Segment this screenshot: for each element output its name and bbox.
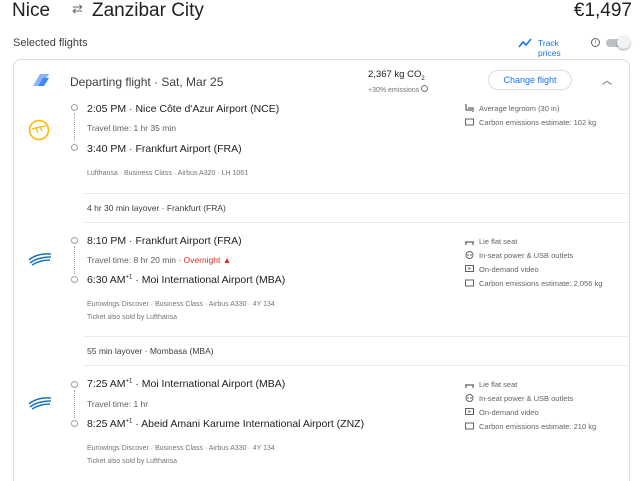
segment-details: Eurowings Discover · Business Class · Ai… — [87, 301, 275, 308]
info-icon — [421, 85, 429, 92]
amenity-seat: Lie flat seat — [465, 379, 627, 391]
timeline-line — [74, 113, 75, 141]
track-prices[interactable]: Track prices i — [518, 36, 633, 58]
arrival-dot — [71, 144, 78, 151]
amenity-seat: Lie flat seat — [465, 236, 627, 248]
departing-plane-icon — [33, 74, 49, 86]
segment-travel-time: Travel time: 8 hr 20 min · Overnight ▲ — [87, 255, 232, 265]
total-price: €1,497 — [573, 0, 632, 21]
divider — [84, 222, 630, 223]
toggle-knob[interactable] — [617, 36, 630, 49]
segment-departure: 2:05 PM · Nice Côte d'Azur Airport (NCE) — [87, 103, 280, 115]
segment-departure: 8:10 PM · Frankfurt Airport (FRA) — [87, 235, 242, 247]
warning-icon: ▲ — [222, 255, 232, 265]
emissions-total: 2,367 kg CO2 — [368, 69, 425, 82]
eurowings-logo-icon — [28, 397, 52, 410]
timeline-line — [74, 390, 75, 418]
divider — [84, 336, 630, 337]
origin-city: Nice — [12, 0, 51, 21]
chevron-up-icon[interactable]: ︿ — [602, 72, 612, 87]
departure-dot — [71, 237, 78, 244]
arrival-dot — [71, 420, 78, 427]
sold-by: Ticket also sold by Lufthansa — [87, 314, 178, 321]
destination-city: Zanzibar City — [92, 0, 204, 21]
co2-icon — [465, 422, 474, 430]
layover-info: 4 hr 30 min layover · Frankfurt (FRA) — [87, 203, 226, 213]
amenity-video: On-demand video — [465, 407, 627, 419]
power-outlet-icon — [465, 251, 474, 259]
segment-arrival: 6:30 AM+1 · Moi International Airport (M… — [87, 274, 286, 286]
info-icon[interactable]: i — [591, 38, 600, 47]
lie-flat-seat-icon — [465, 241, 474, 245]
seat-icon — [465, 104, 474, 112]
overnight-label: Overnight — [183, 255, 221, 265]
co2-icon — [465, 118, 474, 126]
timeline-line — [74, 246, 75, 274]
departure-dot — [71, 104, 78, 111]
amenity-emissions: Carbon emissions estimate: 210 kg — [465, 421, 627, 433]
departure-dot — [71, 381, 78, 388]
segment-details: Lufthansa · Business Class · Airbus A320… — [87, 170, 249, 177]
swap-icon: ⇄ — [72, 1, 83, 16]
selected-flights-heading: Selected flights — [13, 37, 88, 49]
amenity-emissions: Carbon emissions estimate: 102 kg — [465, 117, 627, 129]
lufthansa-logo-icon — [28, 119, 50, 141]
trip-header: Nice ⇄ Zanzibar City €1,497 — [12, 0, 632, 24]
co2-icon — [465, 279, 474, 287]
video-icon — [465, 408, 474, 415]
layover-info: 55 min layover · Mombasa (MBA) — [87, 346, 214, 356]
segment-travel-time: Travel time: 1 hr 35 min — [87, 123, 176, 133]
sold-by: Ticket also sold by Lufthansa — [87, 458, 178, 465]
divider — [84, 365, 630, 366]
segment-arrival: 3:40 PM · Frankfurt Airport (FRA) — [87, 143, 242, 155]
segment-travel-time: Travel time: 1 hr — [87, 399, 149, 409]
amenity-emissions: Carbon emissions estimate: 2,056 kg — [465, 278, 627, 290]
eurowings-logo-icon — [28, 253, 52, 266]
track-prices-label[interactable]: Track prices — [538, 38, 561, 58]
segment-departure: 7:25 AM+1 · Moi International Airport (M… — [87, 378, 286, 390]
lie-flat-seat-icon — [465, 384, 474, 388]
flight-details-card: Departing flight · Sat, Mar 25 2,367 kg … — [13, 59, 630, 481]
trend-line-icon — [518, 38, 532, 48]
amenity-power: In-seat power & USB outlets — [465, 393, 627, 405]
amenity-power: In-seat power & USB outlets — [465, 250, 627, 262]
segment-arrival: 8:25 AM+1 · Abeid Amani Karume Internati… — [87, 418, 365, 430]
divider — [84, 193, 630, 194]
arrival-dot — [71, 276, 78, 283]
amenity-video: On-demand video — [465, 264, 627, 276]
emissions-delta: +30% emissions — [368, 85, 429, 94]
power-outlet-icon — [465, 394, 474, 402]
change-flight-button[interactable]: Change flight — [488, 70, 572, 90]
departing-flight-label: Departing flight · Sat, Mar 25 — [70, 75, 224, 89]
amenity-legroom: Average legroom (30 in) — [465, 103, 627, 115]
video-icon — [465, 265, 474, 272]
segment-details: Eurowings Discover · Business Class · Ai… — [87, 445, 275, 452]
